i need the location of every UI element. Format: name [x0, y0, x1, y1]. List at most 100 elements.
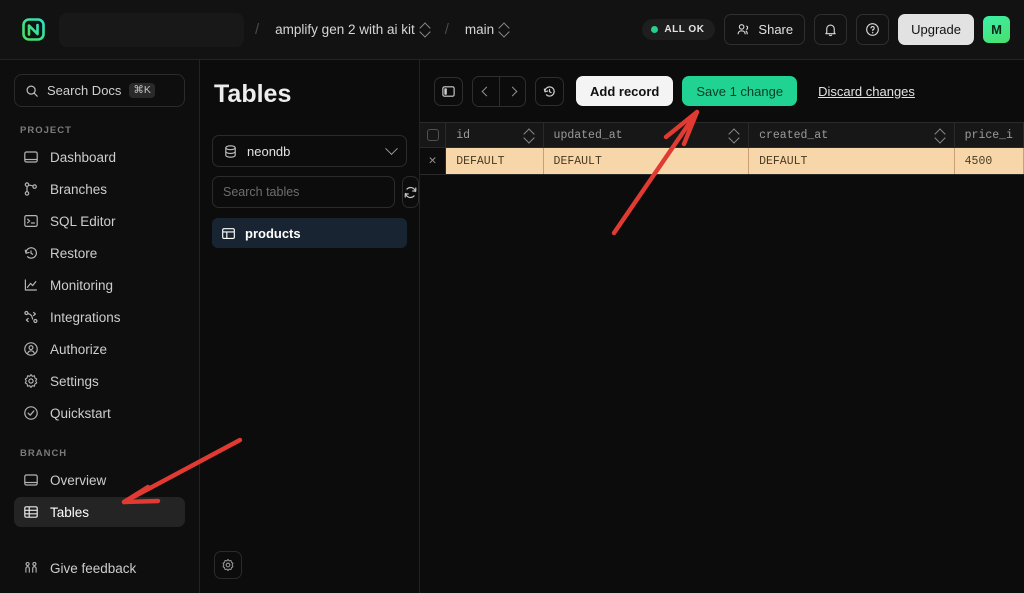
refresh-tables-button[interactable] [402, 176, 419, 208]
docs-search-label: Search Docs [47, 83, 121, 98]
cell-updated-at[interactable]: DEFAULT [543, 148, 749, 175]
sidebar-item-branches[interactable]: Branches [14, 174, 185, 204]
bell-icon [823, 22, 838, 37]
column-header-id[interactable]: id [446, 123, 543, 148]
checkbox-icon[interactable] [427, 129, 439, 141]
sidebar: Search Docs ⌘K PROJECT Dashboard Branche… [0, 60, 200, 593]
integrations-icon [22, 309, 39, 326]
sidebar-item-label: Branches [50, 182, 107, 197]
chevron-up-down-icon [500, 23, 508, 36]
sidebar-item-label: Integrations [50, 310, 121, 325]
cell-price[interactable]: 4500 [954, 148, 1023, 175]
sidebar-item-overview[interactable]: Overview [14, 465, 185, 495]
chevron-down-icon [385, 142, 398, 155]
data-grid[interactable]: id updated_at [420, 122, 1024, 593]
sidebar-item-settings[interactable]: Settings [14, 366, 185, 396]
chevron-up-down-icon[interactable] [525, 129, 533, 142]
sidebar-section-branch: BRANCH [14, 448, 185, 459]
breadcrumb-branch[interactable]: main [460, 18, 513, 41]
data-grid-area: Add record Save 1 change Discard changes [420, 60, 1024, 593]
avatar[interactable]: M [983, 16, 1010, 43]
sidebar-item-tables[interactable]: Tables [14, 497, 185, 527]
table-search-row [212, 176, 407, 208]
settings-icon [22, 373, 39, 390]
docs-search-button[interactable]: Search Docs ⌘K [14, 74, 185, 107]
history-button[interactable] [535, 77, 564, 106]
give-feedback-button[interactable]: Give feedback [14, 553, 185, 583]
sidebar-section-project: PROJECT [14, 125, 185, 136]
people-icon [736, 22, 751, 37]
monitoring-icon [22, 277, 39, 294]
add-record-button[interactable]: Add record [576, 76, 673, 106]
column-header-label: id [456, 129, 470, 142]
sidebar-item-dashboard[interactable]: Dashboard [14, 142, 185, 172]
status-badge[interactable]: ALL OK [642, 19, 715, 40]
share-button-label: Share [758, 22, 793, 37]
chevron-up-down-icon [421, 23, 429, 36]
sidebar-item-label: Monitoring [50, 278, 113, 293]
table-list-item-products[interactable]: products [212, 218, 407, 248]
global-search-field[interactable] [59, 13, 244, 47]
column-header-label: price_i [965, 129, 1013, 142]
select-all-header[interactable] [420, 123, 446, 148]
breadcrumb-project[interactable]: amplify gen 2 with ai kit [270, 18, 434, 41]
quickstart-icon [22, 405, 39, 422]
save-changes-button[interactable]: Save 1 change [682, 76, 797, 106]
previous-record-button[interactable] [473, 77, 499, 106]
give-feedback-label: Give feedback [50, 561, 136, 576]
grid-toolbar: Add record Save 1 change Discard changes [420, 60, 1024, 122]
restore-icon [22, 245, 39, 262]
top-bar: / amplify gen 2 with ai kit / main ALL O… [0, 0, 1024, 60]
column-header-created-at[interactable]: created_at [749, 123, 955, 148]
column-header-updated-at[interactable]: updated_at [543, 123, 749, 148]
sidebar-item-restore[interactable]: Restore [14, 238, 185, 268]
column-header-label: created_at [759, 129, 828, 142]
chevron-up-down-icon[interactable] [730, 129, 738, 142]
gear-icon [221, 558, 235, 572]
tables-panel-footer [212, 551, 407, 593]
share-button[interactable]: Share [724, 14, 805, 45]
table-row[interactable]: ✕ DEFAULT DEFAULT DEFAULT 4500 [420, 148, 1024, 175]
history-icon [542, 84, 557, 99]
dashboard-icon [22, 149, 39, 166]
help-button[interactable] [856, 14, 889, 45]
status-dot-icon [651, 26, 658, 33]
help-circle-icon [865, 22, 880, 37]
table-icon [221, 226, 236, 241]
docs-search-shortcut: ⌘K [129, 83, 155, 98]
chevron-up-down-icon[interactable] [936, 129, 944, 142]
notifications-button[interactable] [814, 14, 847, 45]
close-icon[interactable]: ✕ [429, 153, 437, 168]
panel-toggle-button[interactable] [434, 77, 463, 106]
cell-created-at[interactable]: DEFAULT [749, 148, 955, 175]
chevron-left-icon [481, 86, 491, 96]
top-bar-actions: ALL OK Share [642, 14, 1010, 45]
upgrade-button[interactable]: Upgrade [898, 14, 974, 45]
row-delete-button[interactable]: ✕ [420, 148, 446, 175]
sidebar-item-integrations[interactable]: Integrations [14, 302, 185, 332]
discard-changes-button[interactable]: Discard changes [812, 84, 921, 99]
cell-id[interactable]: DEFAULT [446, 148, 543, 175]
refresh-icon [403, 185, 418, 200]
sidebar-item-authorize[interactable]: Authorize [14, 334, 185, 364]
search-icon [25, 84, 39, 98]
database-selector[interactable]: neondb [212, 135, 407, 167]
neon-console-window: / amplify gen 2 with ai kit / main ALL O… [0, 0, 1024, 593]
tables-icon [22, 504, 39, 521]
sidebar-item-label: Overview [50, 473, 106, 488]
sidebar-item-label: SQL Editor [50, 214, 116, 229]
next-record-button[interactable] [499, 77, 525, 106]
breadcrumb-separator-2: / [445, 21, 449, 38]
sidebar-item-monitoring[interactable]: Monitoring [14, 270, 185, 300]
neon-logo-icon[interactable] [22, 18, 45, 41]
sidebar-item-quickstart[interactable]: Quickstart [14, 398, 185, 428]
sidebar-divider [14, 430, 185, 448]
column-header-price[interactable]: price_i [954, 123, 1023, 148]
search-tables-input[interactable] [212, 176, 395, 208]
sidebar-item-label: Dashboard [50, 150, 116, 165]
sidebar-item-label: Tables [50, 505, 89, 520]
table-settings-button[interactable] [214, 551, 242, 579]
sidebar-item-sql-editor[interactable]: SQL Editor [14, 206, 185, 236]
sidebar-item-label: Authorize [50, 342, 107, 357]
records-table: id updated_at [420, 122, 1024, 175]
